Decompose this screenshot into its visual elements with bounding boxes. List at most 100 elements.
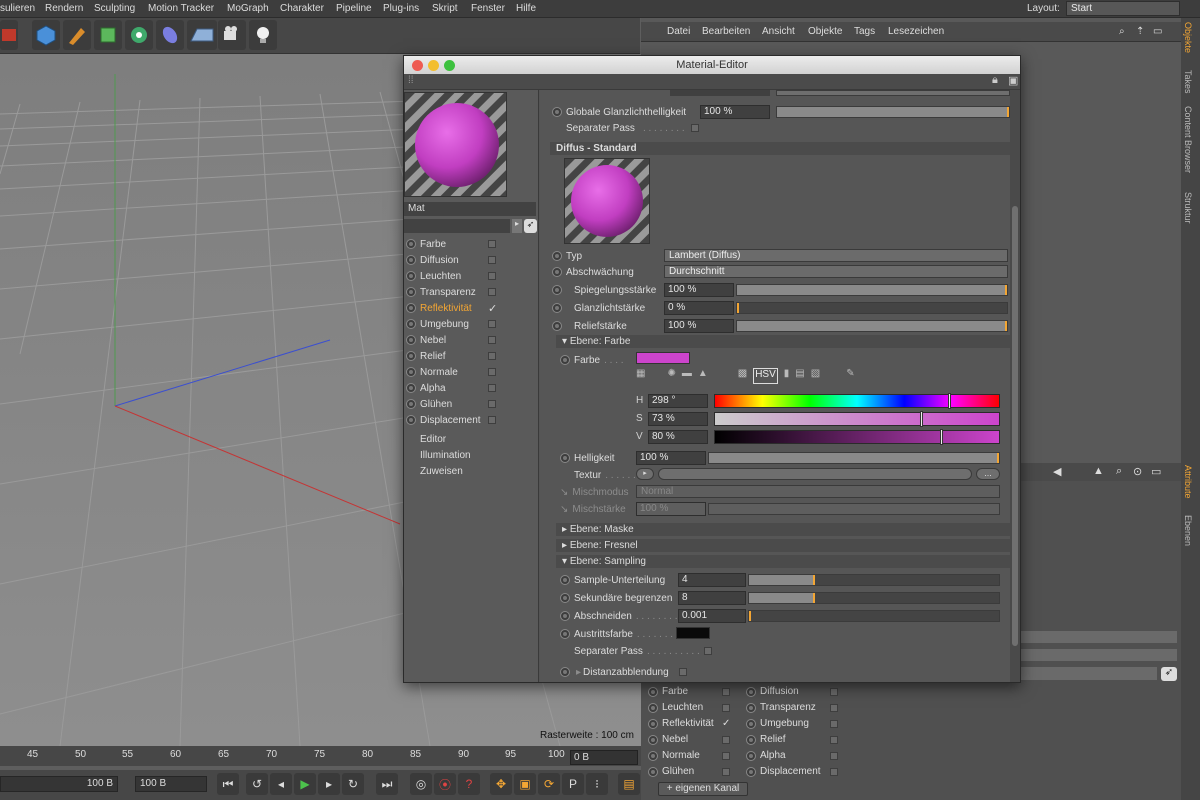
glanzlicht-field[interactable]: 0 %: [664, 301, 734, 315]
checkbox[interactable]: [830, 687, 838, 696]
menu-item[interactable]: Plug-ins: [383, 3, 419, 14]
attr-channel-leuchten[interactable]: Leuchten: [648, 702, 730, 713]
checkbox[interactable]: [722, 751, 730, 760]
window-icon[interactable]: ▭: [1153, 26, 1162, 37]
eyedropper-icon[interactable]: ✎: [846, 368, 854, 384]
global-gloss-slider[interactable]: [776, 106, 1010, 118]
tab-struktur[interactable]: Struktur: [1183, 192, 1193, 224]
param-key-icon[interactable]: P: [562, 773, 584, 795]
search-icon[interactable]: ⌕: [1119, 26, 1125, 37]
checkbox[interactable]: [488, 320, 496, 328]
attr-channel-transparenz[interactable]: Transparenz: [746, 702, 838, 713]
exit-color-swatch[interactable]: [676, 627, 710, 639]
editor-item[interactable]: Editor: [420, 434, 446, 445]
value-field[interactable]: 80 %: [648, 430, 708, 444]
light-icon[interactable]: [249, 20, 277, 50]
window-titlebar[interactable]: Material-Editor: [404, 56, 1020, 74]
pick-icon[interactable]: ➶: [1161, 667, 1177, 681]
timeline-window-icon[interactable]: ▤: [618, 773, 640, 795]
tab-takes[interactable]: Takes: [1183, 70, 1193, 94]
spiegelung-field[interactable]: 100 %: [664, 283, 734, 297]
checkmark-icon[interactable]: ✓: [488, 302, 497, 315]
attr-field[interactable]: [1019, 649, 1177, 661]
render-icon[interactable]: [0, 20, 18, 50]
attr-channel-displacement[interactable]: Displacement: [746, 766, 838, 777]
scale-key-icon[interactable]: ▣: [514, 773, 536, 795]
attr-channel-alpha[interactable]: Alpha: [746, 750, 838, 761]
current-frame-field[interactable]: 0 B: [570, 750, 638, 765]
radio-icon[interactable]: [560, 453, 570, 463]
timeline-ruler[interactable]: 45 50 55 60 65 70 75 80 85 90 95 100: [0, 746, 641, 766]
sekundaer-field[interactable]: 8: [678, 591, 746, 605]
radio-icon[interactable]: [560, 667, 570, 677]
checkbox[interactable]: [488, 240, 496, 248]
channel-normale[interactable]: Normale: [406, 364, 506, 380]
cube-icon[interactable]: [32, 20, 60, 50]
checkbox[interactable]: [488, 384, 496, 392]
checkbox[interactable]: [722, 767, 730, 776]
attr-channel-umgebung[interactable]: Umgebung: [746, 718, 838, 729]
up-icon[interactable]: ▲: [1093, 465, 1104, 477]
next-key-icon[interactable]: ↻: [342, 773, 364, 795]
abschneiden-field[interactable]: 0.001: [678, 609, 746, 623]
mischstaerke-slider[interactable]: [708, 503, 1000, 515]
relief-slider[interactable]: [736, 320, 1008, 332]
channel-reflektivitaet[interactable]: Reflektivität ✓: [406, 300, 506, 316]
sample-field[interactable]: 4: [678, 573, 746, 587]
checkmark-icon[interactable]: ✓: [722, 718, 730, 729]
max-frame-field[interactable]: 100 B: [135, 776, 207, 792]
menu-item[interactable]: MoGraph: [227, 3, 269, 14]
checkbox[interactable]: [830, 719, 838, 728]
menu-item[interactable]: sulieren: [0, 3, 35, 14]
radio-icon[interactable]: [560, 575, 570, 585]
go-end-icon[interactable]: ⏭: [376, 773, 398, 795]
tab-ebenen[interactable]: Ebenen: [1183, 515, 1193, 546]
glanzlicht-slider[interactable]: [736, 302, 1008, 314]
sample-slider[interactable]: [748, 574, 1000, 586]
checkbox[interactable]: [722, 735, 730, 744]
menu-item[interactable]: Fenster: [471, 3, 505, 14]
channel-umgebung[interactable]: Umgebung: [406, 316, 506, 332]
pen-icon[interactable]: [63, 20, 91, 50]
subdivision-icon[interactable]: [94, 20, 122, 50]
saturation-gradient-slider[interactable]: [714, 411, 1000, 427]
om-menu-item[interactable]: Bearbeiten: [702, 26, 750, 37]
om-menu-item[interactable]: Ansicht: [762, 26, 795, 37]
checkbox[interactable]: [488, 400, 496, 408]
step-back-icon[interactable]: ◂: [270, 773, 292, 795]
om-menu-item[interactable]: Lesezeichen: [888, 26, 944, 37]
helligkeit-slider[interactable]: [708, 452, 1000, 464]
channel-gluehen[interactable]: Glühen: [406, 396, 506, 412]
attr-channel-nebel[interactable]: Nebel: [648, 734, 730, 745]
close-icon[interactable]: [412, 60, 423, 71]
deformer-icon[interactable]: [156, 20, 184, 50]
attr-field[interactable]: [1019, 631, 1177, 643]
checkbox[interactable]: [488, 256, 496, 264]
minimize-icon[interactable]: [428, 60, 439, 71]
end-frame-field[interactable]: 100 B: [0, 776, 118, 792]
menu-item[interactable]: Charakter: [280, 3, 324, 14]
hsv-mode-icon[interactable]: HSV: [753, 368, 778, 384]
checkbox[interactable]: [488, 272, 496, 280]
texture-arrow-button[interactable]: ▸: [636, 468, 654, 480]
record-off-icon[interactable]: ◎: [410, 773, 432, 795]
material-path-field[interactable]: [404, 219, 510, 233]
add-custom-channel-button[interactable]: + eigenen Kanal: [658, 782, 748, 796]
channel-nebel[interactable]: Nebel: [406, 332, 506, 348]
abschneiden-slider[interactable]: [748, 610, 1000, 622]
window-icon[interactable]: ▣: [1008, 74, 1018, 87]
checkbox[interactable]: [488, 368, 496, 376]
cloner-icon[interactable]: [125, 20, 153, 50]
checkbox[interactable]: [488, 416, 496, 424]
menu-item[interactable]: Pipeline: [336, 3, 372, 14]
sekundaer-slider[interactable]: [748, 592, 1000, 604]
channel-alpha[interactable]: Alpha: [406, 380, 506, 396]
material-preview[interactable]: [404, 92, 507, 197]
helligkeit-field[interactable]: 100 %: [636, 451, 706, 465]
floor-icon[interactable]: [187, 20, 217, 50]
radio-icon[interactable]: [552, 251, 562, 261]
pick-icon[interactable]: ➶: [524, 219, 537, 233]
hue-gradient-slider[interactable]: [714, 393, 1000, 409]
kelvin-icon[interactable]: ▤: [795, 368, 804, 384]
menu-item[interactable]: Rendern: [45, 3, 83, 14]
